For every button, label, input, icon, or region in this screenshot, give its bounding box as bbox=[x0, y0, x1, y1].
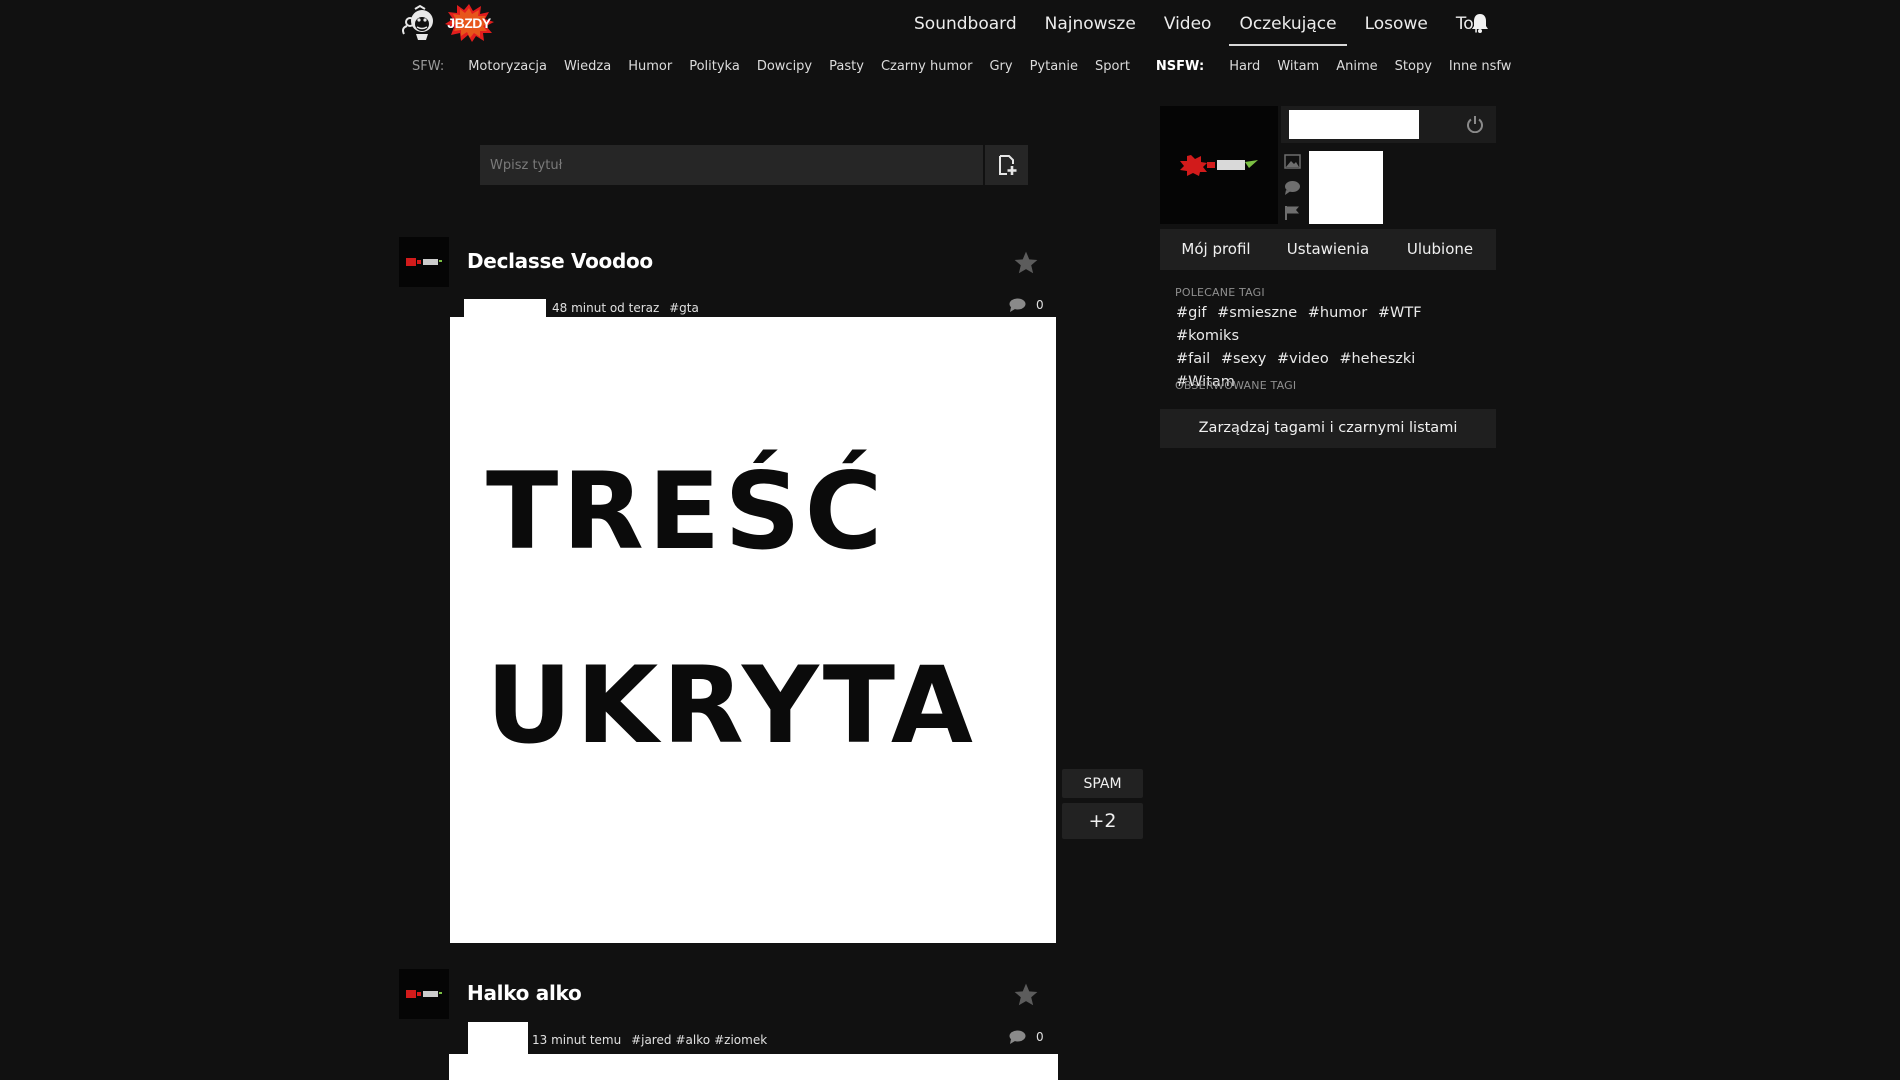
category-wiedza[interactable]: Wiedza bbox=[564, 59, 611, 74]
comment-icon bbox=[1009, 298, 1026, 312]
post-tag[interactable]: #gta bbox=[669, 301, 699, 315]
logout-power-icon[interactable] bbox=[1466, 115, 1484, 133]
nsfw-label: NSFW: bbox=[1155, 58, 1205, 74]
nav-oczekujace[interactable]: Oczekujące bbox=[1229, 0, 1347, 46]
post-title-input[interactable] bbox=[480, 145, 983, 185]
tab-my-profile[interactable]: Mój profil bbox=[1160, 229, 1272, 270]
category-humor[interactable]: Humor bbox=[628, 59, 672, 74]
spam-button[interactable]: SPAM bbox=[1062, 769, 1143, 798]
category-dowcipy[interactable]: Dowcipy bbox=[757, 59, 812, 74]
post-author-name[interactable] bbox=[468, 1022, 528, 1054]
nav-video[interactable]: Video bbox=[1154, 0, 1222, 46]
flag-icon[interactable] bbox=[1284, 205, 1301, 220]
add-file-icon bbox=[998, 155, 1016, 175]
category-gry[interactable]: Gry bbox=[989, 59, 1012, 74]
site-logo[interactable]: JBZDY bbox=[398, 4, 500, 42]
recommended-tags-label: POLECANE TAGI bbox=[1175, 286, 1265, 299]
comment-count: 0 bbox=[1036, 298, 1044, 312]
post-time: 48 minut od teraz bbox=[552, 301, 660, 315]
category-motoryzacja[interactable]: Motoryzacja bbox=[468, 59, 547, 74]
favorite-star-icon[interactable] bbox=[1013, 250, 1039, 276]
post-image[interactable]: TREŚĆ UKRYTA bbox=[450, 317, 1056, 943]
tag-sexy[interactable]: #sexy bbox=[1221, 351, 1267, 367]
user-stats-box bbox=[1309, 151, 1383, 224]
vote-plus-button[interactable]: +2 bbox=[1062, 803, 1143, 839]
post-tag[interactable]: #ziomek bbox=[714, 1033, 767, 1047]
jbzdy-avatar-logo-icon bbox=[1180, 155, 1258, 176]
tag-smieszne[interactable]: #smieszne bbox=[1217, 305, 1297, 321]
comment-icon bbox=[1009, 1030, 1026, 1044]
comment-icon[interactable] bbox=[1284, 180, 1301, 195]
user-name[interactable] bbox=[1289, 110, 1419, 139]
add-post-bar bbox=[480, 145, 1028, 185]
post-title[interactable]: Halko alko bbox=[467, 981, 582, 1005]
nav-najnowsze[interactable]: Najnowsze bbox=[1035, 0, 1146, 46]
tag-fail[interactable]: #fail bbox=[1176, 351, 1210, 367]
post-tag[interactable]: #jared bbox=[631, 1033, 671, 1047]
category-pytanie[interactable]: Pytanie bbox=[1030, 59, 1078, 74]
main-nav: Soundboard Najnowsze Video Oczekujące Lo… bbox=[900, 0, 1499, 46]
tag-komiks[interactable]: #komiks bbox=[1176, 328, 1239, 344]
category-witam[interactable]: Witam bbox=[1277, 59, 1319, 74]
tag-wtf[interactable]: #WTF bbox=[1378, 305, 1422, 321]
profile-tabs: Mój profil Ustawienia Ulubione bbox=[1160, 229, 1496, 270]
category-polityka[interactable]: Polityka bbox=[689, 59, 740, 74]
tab-favorites[interactable]: Ulubione bbox=[1384, 229, 1496, 270]
post-author-avatar[interactable] bbox=[399, 969, 449, 1019]
nav-losowe[interactable]: Losowe bbox=[1355, 0, 1438, 46]
jbzdy-badge: JBZDY bbox=[442, 4, 496, 42]
monkey-logo-icon bbox=[402, 4, 433, 40]
post-time: 13 minut temu bbox=[532, 1033, 622, 1047]
post-meta: 13 minut temu #jared #alko #ziomek bbox=[532, 1033, 767, 1047]
post-image[interactable] bbox=[449, 1054, 1058, 1080]
comment-count: 0 bbox=[1036, 1030, 1044, 1044]
category-nav: SFW: Motoryzacja Wiedza Humor Polityka D… bbox=[412, 57, 1528, 75]
category-anime[interactable]: Anime bbox=[1336, 59, 1377, 74]
hidden-content-line-1: TREŚĆ bbox=[486, 450, 887, 573]
favorite-star-icon[interactable] bbox=[1013, 982, 1039, 1008]
post-tag[interactable]: #alko bbox=[675, 1033, 710, 1047]
category-czarny-humor[interactable]: Czarny humor bbox=[881, 59, 973, 74]
category-pasty[interactable]: Pasty bbox=[829, 59, 864, 74]
hidden-content-line-2: UKRYTA bbox=[486, 644, 977, 767]
tag-humor[interactable]: #humor bbox=[1308, 305, 1368, 321]
category-sport[interactable]: Sport bbox=[1095, 59, 1130, 74]
add-post-button[interactable] bbox=[985, 145, 1028, 185]
tag-heheszki[interactable]: #heheszki bbox=[1339, 351, 1415, 367]
sfw-label: SFW: bbox=[412, 58, 445, 74]
nav-soundboard[interactable]: Soundboard bbox=[904, 0, 1027, 46]
category-stopy[interactable]: Stopy bbox=[1395, 59, 1432, 74]
jbzdy-mini-logo-icon bbox=[406, 258, 442, 266]
tag-gif[interactable]: #gif bbox=[1176, 305, 1207, 321]
user-avatar[interactable] bbox=[1160, 106, 1278, 224]
post-comments-link[interactable]: 0 bbox=[1009, 1030, 1044, 1044]
jbzdy-mini-logo-icon bbox=[406, 990, 442, 998]
category-inne-nsfw[interactable]: Inne nsfw bbox=[1449, 59, 1511, 74]
tag-video[interactable]: #video bbox=[1277, 351, 1329, 367]
manage-tags-button[interactable]: Zarządzaj tagami i czarnymi listami bbox=[1160, 409, 1496, 448]
post-author-avatar[interactable] bbox=[399, 237, 449, 287]
category-hard[interactable]: Hard bbox=[1229, 59, 1260, 74]
post-author-name[interactable] bbox=[464, 299, 546, 317]
post-meta: 48 minut od teraz #gta bbox=[552, 301, 699, 315]
post-comments-link[interactable]: 0 bbox=[1009, 298, 1044, 312]
observed-tags-label: OBSERWOWANE TAGI bbox=[1175, 379, 1297, 392]
image-icon[interactable] bbox=[1284, 154, 1301, 169]
logo-text: JBZDY bbox=[447, 15, 491, 31]
notification-bell-icon[interactable] bbox=[1469, 12, 1491, 34]
tab-settings[interactable]: Ustawienia bbox=[1272, 229, 1384, 270]
post-title[interactable]: Declasse Voodoo bbox=[467, 249, 653, 273]
